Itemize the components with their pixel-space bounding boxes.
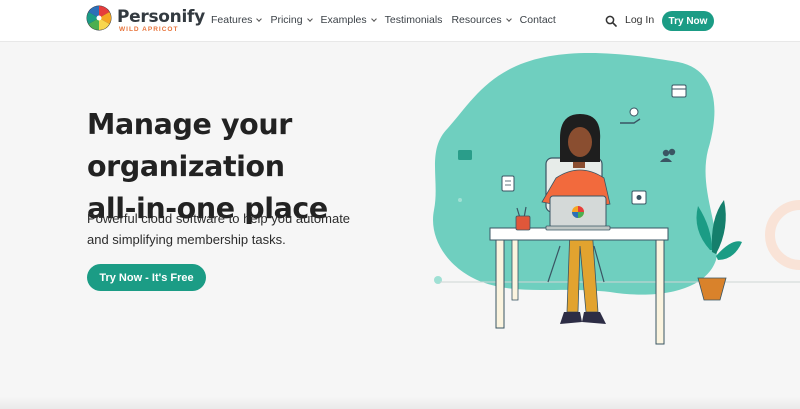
nav-pricing[interactable]: Pricing <box>270 14 313 26</box>
nav-testimonials[interactable]: Testimonials <box>385 14 443 26</box>
blob-dot <box>458 198 462 202</box>
try-now-button[interactable]: Try Now <box>662 11 714 31</box>
document-icon <box>501 175 515 192</box>
color-wheel-logo-icon <box>86 5 112 31</box>
main-nav: Features Pricing Examples Testimonials R… <box>211 14 556 26</box>
message-icon <box>458 150 472 160</box>
calendar-icon <box>671 84 687 98</box>
blob-dot <box>434 276 442 284</box>
nav-contact-label: Contact <box>519 14 556 26</box>
login-link[interactable]: Log In <box>625 14 654 26</box>
chevron-down-icon <box>306 15 313 22</box>
hero-subtitle: Powerful cloud software to help you auto… <box>87 208 387 250</box>
person-face <box>568 127 592 157</box>
hero-illustration <box>433 52 800 345</box>
chevron-down-icon <box>505 15 512 22</box>
nav-pricing-label: Pricing <box>270 14 303 26</box>
bottom-edge-shadow <box>0 397 800 409</box>
person-shoe <box>582 312 606 324</box>
hero-subtitle-line-2: and simplifying membership tasks. <box>87 232 286 247</box>
nav-resources[interactable]: Resources <box>451 14 512 26</box>
chevron-down-icon <box>256 15 263 22</box>
try-now-free-button[interactable]: Try Now - It's Free <box>87 264 206 291</box>
brand-subtitle: WILD APRICOT <box>119 26 179 33</box>
hero-title-line-1: Manage your organization <box>87 108 292 183</box>
settings-icon <box>631 190 647 205</box>
laptop <box>545 195 611 231</box>
nav-features-label: Features <box>211 14 253 26</box>
nav-testimonials-label: Testimonials <box>384 14 443 26</box>
nav-contact[interactable]: Contact <box>520 14 556 26</box>
hero-subtitle-line-1: Powerful cloud software to help you auto… <box>87 211 351 226</box>
nav-examples-label: Examples <box>320 14 367 26</box>
brand-name: Personify <box>117 7 205 27</box>
nav-features[interactable]: Features <box>211 14 263 26</box>
nav-resources-label: Resources <box>451 14 502 26</box>
chevron-down-icon <box>370 15 377 22</box>
decorative-ring <box>765 200 800 270</box>
top-navbar: Personify WILD APRICOT Features Pricing … <box>0 0 800 42</box>
nav-examples[interactable]: Examples <box>320 14 377 26</box>
search-icon[interactable] <box>605 14 617 27</box>
person-shoe <box>560 312 582 324</box>
